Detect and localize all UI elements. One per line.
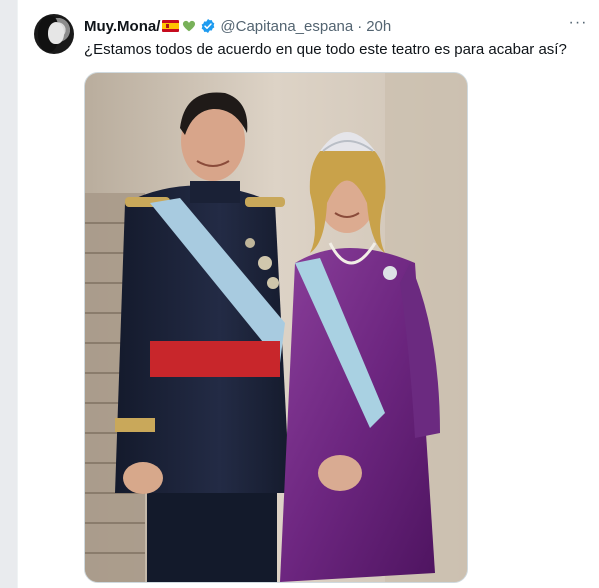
tweet-text: ¿Estamos todos de acuerdo en que todo es… xyxy=(84,41,567,58)
more-options-icon[interactable]: ··· xyxy=(568,15,588,36)
tweet-header: Muy.Mona/ @Capitana_espana · 20h xyxy=(84,16,391,36)
spain-flag-icon xyxy=(162,20,180,32)
avatar-face xyxy=(48,22,64,44)
green-heart-icon xyxy=(182,19,196,33)
user-handle[interactable]: @Capitana_espana xyxy=(220,18,353,35)
tweet-photo[interactable] xyxy=(84,72,468,583)
display-name[interactable]: Muy.Mona/ xyxy=(84,18,160,35)
separator-dot: · xyxy=(357,17,363,35)
tweet[interactable]: Muy.Mona/ @Capitana_espana · 20h ··· ¿Es… xyxy=(18,0,599,588)
avatar[interactable] xyxy=(34,14,74,54)
tweet-time[interactable]: 20h xyxy=(366,18,391,35)
timeline-frame: Muy.Mona/ @Capitana_espana · 20h ··· ¿Es… xyxy=(17,0,599,588)
verified-badge-icon[interactable] xyxy=(200,18,216,34)
